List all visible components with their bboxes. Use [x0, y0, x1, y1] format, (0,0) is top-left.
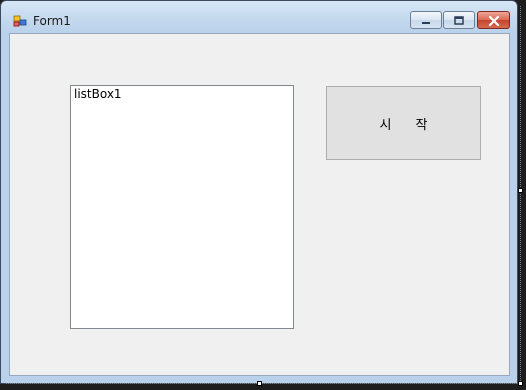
form-client-area: listBox1 시 작: [9, 33, 510, 376]
form-app-icon: [13, 13, 27, 27]
close-button[interactable]: [477, 11, 510, 29]
maximize-button[interactable]: [443, 11, 475, 29]
title-bar[interactable]: Form1: [1, 1, 517, 33]
resize-handle-corner[interactable]: [518, 381, 523, 386]
resize-handle-right[interactable]: [518, 188, 523, 193]
form-window: Form1 listBox1 시 작: [0, 0, 518, 384]
designer-selection-border-bottom: [6, 383, 518, 384]
listbox[interactable]: listBox1: [70, 85, 294, 329]
designer-selection-border-right: [520, 6, 521, 382]
minimize-icon: [420, 11, 432, 30]
maximize-icon: [453, 11, 465, 30]
resize-handle-bottom[interactable]: [257, 381, 262, 386]
start-button[interactable]: 시 작: [326, 86, 481, 160]
listbox-name-label: listBox1: [74, 87, 122, 101]
close-icon: [488, 11, 500, 30]
minimize-button[interactable]: [410, 11, 442, 29]
window-title: Form1: [33, 14, 71, 28]
